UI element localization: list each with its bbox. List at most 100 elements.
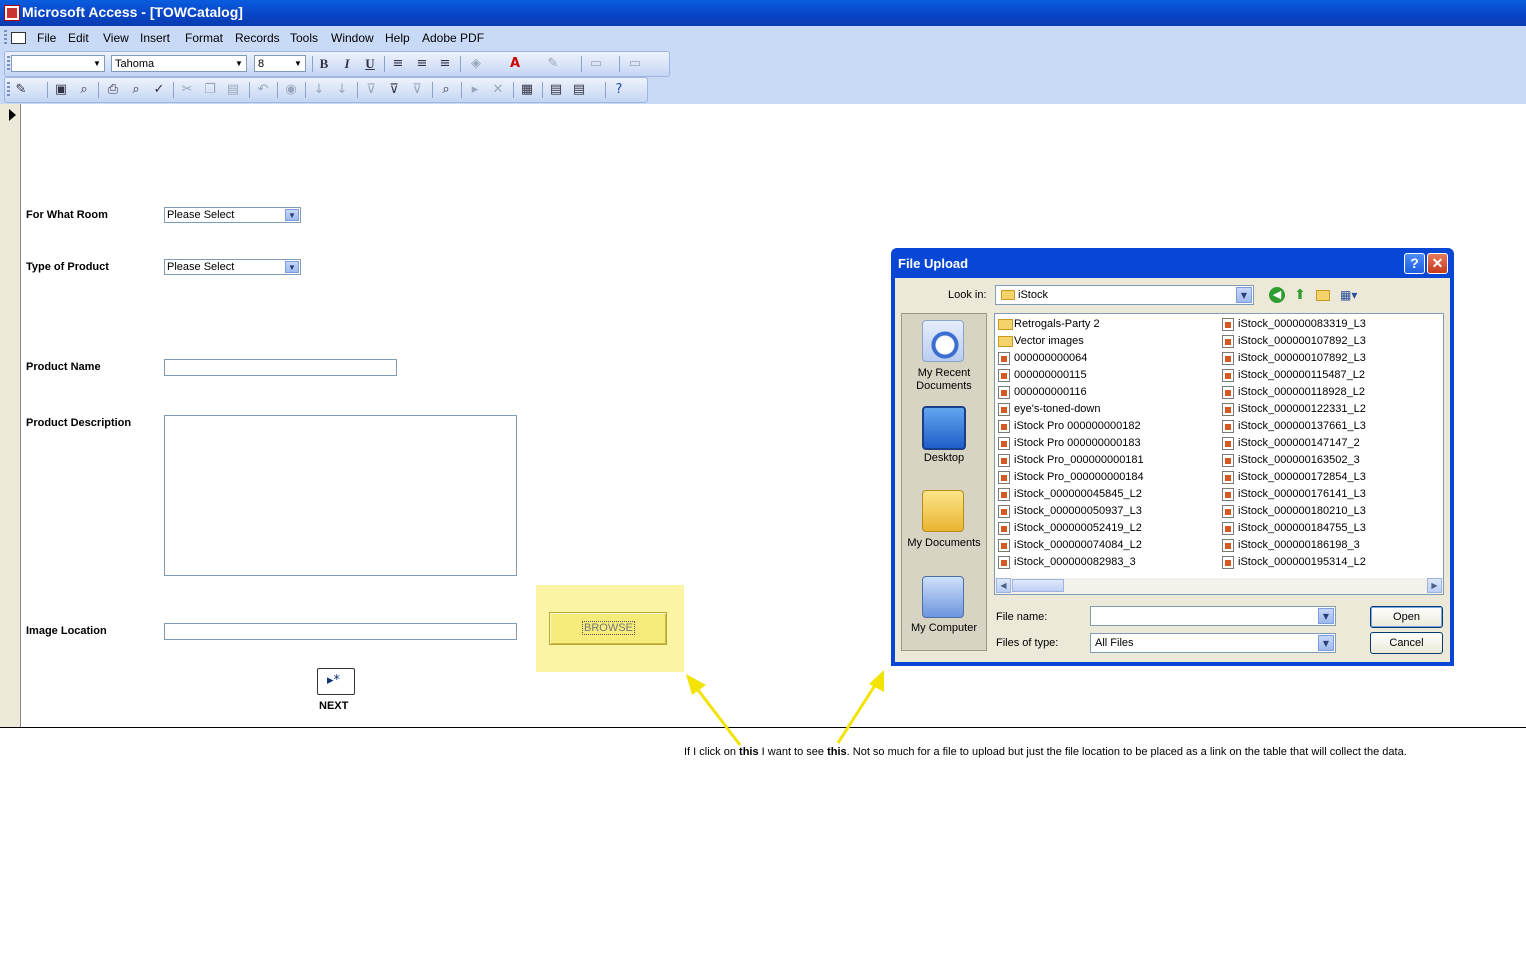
image-file-icon	[998, 403, 1010, 416]
object-combo[interactable]: ▼	[11, 55, 105, 72]
menu-edit[interactable]: Edit	[68, 31, 89, 45]
help-icon[interactable]: ?	[611, 82, 627, 98]
menu-format[interactable]: Format	[185, 31, 223, 45]
file-search-icon[interactable]: ⌕	[76, 82, 92, 98]
image-file-icon	[1222, 471, 1234, 484]
cut-icon[interactable]: ✂	[179, 82, 195, 98]
align-center-icon[interactable]: ≡	[414, 56, 430, 72]
file-list-horizontal-scrollbar[interactable]: ◀ ▶	[995, 578, 1443, 594]
file-name: iStock_000000115487_L2	[1238, 369, 1366, 381]
next-button[interactable]: ▸*	[317, 668, 355, 695]
filter-by-selection-icon[interactable]: ⊽	[363, 82, 379, 98]
line-color-icon[interactable]: ✎	[545, 56, 561, 72]
chevron-down-icon[interactable]: ▼	[232, 56, 246, 71]
print-icon[interactable]: ⎙	[105, 82, 121, 98]
product-description-textarea[interactable]	[164, 415, 517, 576]
find-icon[interactable]: ⌕	[438, 82, 454, 98]
up-folder-icon[interactable]: ⬆	[1292, 287, 1308, 303]
image-file-icon	[998, 522, 1010, 535]
views-menu-icon[interactable]: ▦▾	[1340, 287, 1362, 303]
menu-view[interactable]: View	[103, 31, 129, 45]
image-location-input[interactable]	[164, 623, 517, 640]
menu-adobe-pdf[interactable]: Adobe PDF	[422, 31, 484, 45]
menu-insert[interactable]: Insert	[140, 31, 170, 45]
menu-window[interactable]: Window	[331, 31, 374, 45]
align-left-icon[interactable]: ≡	[390, 56, 406, 72]
bold-icon[interactable]: B	[316, 56, 332, 72]
align-right-icon[interactable]: ≡	[437, 56, 453, 72]
sort-descending-icon[interactable]: ↓	[334, 82, 350, 98]
new-record-icon[interactable]: ▸	[467, 82, 483, 98]
chevron-down-icon[interactable]: ▼	[1236, 287, 1252, 303]
dialog-close-button[interactable]: ✕	[1427, 253, 1448, 274]
files-of-type-select[interactable]: All Files ▼	[1090, 633, 1336, 653]
product-type-select[interactable]: Please Select ▼	[164, 259, 301, 275]
print-preview-icon[interactable]: ⌕	[128, 82, 144, 98]
browse-button[interactable]: BROWSE	[549, 612, 667, 645]
scrollbar-thumb[interactable]	[1012, 579, 1064, 592]
dialog-help-button[interactable]: ?	[1404, 253, 1425, 274]
place-recent-documents[interactable]: My Recent Documents	[901, 367, 987, 393]
database-window-icon[interactable]: ▤	[548, 82, 564, 98]
font-combo[interactable]: Tahoma ▼	[111, 55, 247, 72]
file-name: iStock_000000172854_L3	[1238, 471, 1366, 483]
spelling-icon[interactable]: ✓	[151, 82, 167, 98]
chevron-down-icon[interactable]: ▼	[285, 261, 299, 273]
menu-records[interactable]: Records	[235, 31, 280, 45]
chevron-down-icon[interactable]: ▼	[1318, 635, 1334, 651]
chevron-down-icon[interactable]: ▼	[1318, 608, 1334, 624]
font-color-icon[interactable]: A	[507, 56, 523, 72]
font-size-combo[interactable]: 8 ▼	[254, 55, 306, 72]
menu-file[interactable]: File	[37, 31, 56, 45]
place-my-documents[interactable]: My Documents	[901, 537, 987, 550]
underline-icon[interactable]: U	[362, 56, 378, 72]
file-name-input[interactable]: ▼	[1090, 606, 1336, 626]
file-name: iStock_000000050937_L3	[1014, 505, 1142, 517]
chevron-down-icon[interactable]: ▼	[291, 56, 305, 71]
hyperlink-icon[interactable]: ◉	[283, 82, 299, 98]
delete-record-icon[interactable]: ✕	[490, 82, 506, 98]
chevron-down-icon[interactable]: ▼	[285, 209, 299, 221]
look-in-combo[interactable]: iStock ▼	[995, 285, 1254, 305]
room-select[interactable]: Please Select ▼	[164, 207, 301, 223]
title-bar: Microsoft Access - [TOWCatalog]	[0, 0, 1526, 26]
save-icon[interactable]: ▣	[53, 82, 69, 98]
new-folder-icon[interactable]	[1316, 290, 1330, 301]
special-effect-icon[interactable]: ▭	[627, 56, 643, 72]
my-computer-icon[interactable]	[922, 576, 964, 618]
sort-ascending-icon[interactable]: ↓	[311, 82, 327, 98]
place-my-computer[interactable]: My Computer	[901, 622, 987, 635]
image-file-icon	[998, 488, 1010, 501]
desktop-icon[interactable]	[922, 406, 966, 450]
chevron-down-icon[interactable]: ▼	[90, 56, 104, 71]
border-width-icon[interactable]: ▭	[588, 56, 604, 72]
my-documents-icon[interactable]	[922, 490, 964, 532]
paste-icon[interactable]: ▤	[225, 82, 241, 98]
scroll-right-icon[interactable]: ▶	[1427, 578, 1442, 593]
properties-icon[interactable]: ▦	[519, 82, 535, 98]
back-icon[interactable]: ◀	[1269, 287, 1285, 303]
file-name: iStock_000000083319_L3	[1238, 318, 1366, 330]
record-selector[interactable]	[0, 104, 21, 728]
place-desktop[interactable]: Desktop	[901, 452, 987, 465]
access-app-icon[interactable]	[4, 5, 20, 21]
apply-filter-icon[interactable]: ⊽	[409, 82, 425, 98]
fill-color-icon[interactable]: ◈	[468, 56, 484, 72]
product-name-input[interactable]	[164, 359, 397, 376]
copy-icon[interactable]: ❐	[202, 82, 218, 98]
image-file-icon	[1222, 437, 1234, 450]
menu-tools[interactable]: Tools	[290, 31, 318, 45]
view-icon[interactable]: ✎	[13, 82, 29, 98]
image-file-icon	[1222, 505, 1234, 518]
filter-by-form-icon[interactable]: ⊽	[386, 82, 402, 98]
italic-icon[interactable]: I	[339, 56, 355, 72]
new-object-icon[interactable]: ▤	[571, 82, 587, 98]
scroll-left-icon[interactable]: ◀	[996, 578, 1011, 593]
recent-documents-icon[interactable]	[922, 320, 964, 362]
cancel-button[interactable]: Cancel	[1370, 632, 1443, 654]
open-button[interactable]: Open	[1370, 606, 1443, 628]
image-file-icon	[998, 471, 1010, 484]
undo-icon[interactable]: ↶	[255, 82, 271, 98]
menu-help[interactable]: Help	[385, 31, 410, 45]
form-bottom-border	[0, 727, 1526, 728]
